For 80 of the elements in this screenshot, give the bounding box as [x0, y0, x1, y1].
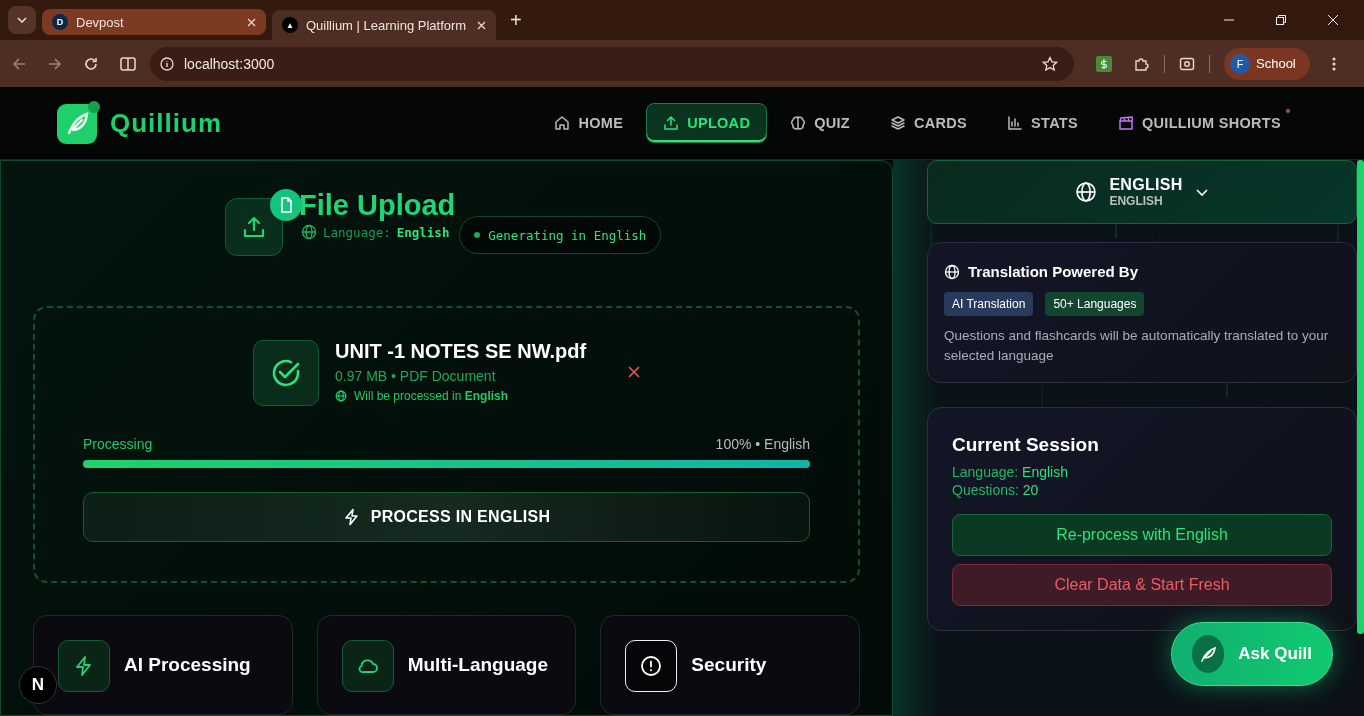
favicon-icon: D	[52, 14, 68, 30]
nav-tab[interactable]: UPLOAD	[646, 103, 768, 143]
upload-icon	[241, 214, 267, 240]
reload-icon[interactable]	[84, 56, 98, 71]
layers-icon	[890, 115, 906, 131]
bar-chart-icon	[1007, 115, 1024, 131]
feature-title: AI Processing	[124, 654, 251, 676]
document-icon	[270, 189, 302, 221]
tag: AI Translation	[944, 292, 1034, 316]
browser-tab[interactable]: D Devpost	[42, 9, 266, 35]
file-name: UNIT -1 NOTES SE NW.pdf	[335, 340, 587, 363]
feature-title: Multi-Language	[407, 654, 549, 676]
card-title: Translation Powered By	[968, 263, 1139, 280]
language-value: English	[396, 224, 450, 240]
close-icon[interactable]	[247, 17, 256, 27]
drop-zone[interactable]: UNIT -1 NOTES SE NW.pdf 0.97 MB • PDF Document Will be processed in English Processing 100% • English PROCESS IN ENGLISH	[33, 306, 860, 583]
clear-button[interactable]: Clear Data & Start Fresh	[952, 564, 1332, 606]
profile-name: School	[1256, 56, 1296, 71]
remove-icon[interactable]	[628, 366, 641, 378]
language-label: Language:	[323, 224, 391, 240]
tab-title: Devpost	[76, 14, 125, 30]
page-title: File Upload	[299, 189, 456, 222]
extension-icon[interactable]	[1096, 55, 1112, 72]
sparkle-icon	[1285, 108, 1291, 114]
more-icon[interactable]	[1331, 55, 1336, 72]
restore-icon[interactable]	[1276, 15, 1286, 25]
nav-tab[interactable]: CARDS	[873, 103, 985, 143]
nav-tab[interactable]: QUILLIUM SHORTS	[1100, 103, 1298, 143]
globe-icon	[335, 390, 347, 402]
language-selector[interactable]: ENGLISH ENGLISH	[927, 160, 1357, 224]
process-button[interactable]: PROCESS IN ENGLISH	[83, 492, 810, 542]
split-view-icon[interactable]	[120, 56, 136, 71]
card-description: Questions and flashcards will be automatically translated to your selected language	[944, 327, 1330, 365]
chevron-down-icon	[1194, 187, 1209, 197]
home-icon	[554, 115, 571, 131]
lightning-icon	[342, 508, 361, 526]
nav-tab[interactable]: QUIZ	[773, 103, 867, 143]
file-meta: 0.97 MB • PDF Document	[335, 368, 497, 384]
globe-icon	[944, 263, 960, 280]
site-info-icon[interactable]	[160, 56, 174, 71]
clapperboard-icon	[1117, 115, 1134, 131]
feather-icon	[1198, 644, 1219, 664]
browser-tab[interactable]: ▲ Quillium | Learning Platform	[272, 10, 496, 40]
upload-icon	[663, 115, 680, 131]
scrollbar[interactable]	[1357, 160, 1364, 634]
check-circle-icon	[270, 357, 302, 389]
profile-button[interactable]: F School	[1224, 47, 1310, 80]
profile-avatar: F	[1230, 53, 1250, 74]
close-icon[interactable]	[1328, 15, 1338, 25]
progress-label: Processing	[83, 436, 153, 452]
puzzle-icon[interactable]	[1134, 55, 1150, 72]
tab-search-button[interactable]	[8, 6, 36, 34]
tag: 50+ Languages	[1045, 292, 1145, 316]
session-info: Questions: 20	[952, 482, 1040, 498]
brain-icon	[790, 115, 807, 131]
nav-tab[interactable]: HOME	[537, 103, 641, 143]
caret-icon	[17, 17, 27, 23]
forward-icon[interactable]	[48, 56, 62, 71]
close-icon[interactable]	[477, 20, 486, 30]
brand-name: Quillium	[110, 107, 222, 139]
card-title: Current Session	[952, 434, 1100, 456]
new-tab-button[interactable]: +	[502, 8, 530, 32]
alert-icon	[640, 655, 663, 677]
globe-icon	[1075, 181, 1098, 203]
feature-title: Security	[691, 654, 767, 676]
url-text: localhost:3000	[184, 55, 275, 72]
tab-title: Quillium | Learning Platform	[306, 17, 468, 33]
address-field[interactable]: localhost:3000	[150, 46, 1074, 81]
leaf-logo-icon	[56, 100, 102, 146]
session-info: Language: English	[952, 464, 1069, 480]
processing-note: Will be processed in English	[354, 389, 509, 403]
bookmark-star-icon[interactable]	[1042, 55, 1058, 72]
progress-reading: 100% • English	[715, 436, 810, 452]
back-icon[interactable]	[12, 56, 26, 71]
screenshot-icon[interactable]	[1179, 55, 1195, 72]
globe-icon	[301, 224, 317, 240]
reprocess-button[interactable]: Re-process with English	[952, 514, 1332, 556]
nav-tab[interactable]: STATS	[990, 103, 1095, 143]
status-chip: Generating in English	[459, 216, 662, 254]
favicon-icon: ▲	[282, 17, 298, 33]
